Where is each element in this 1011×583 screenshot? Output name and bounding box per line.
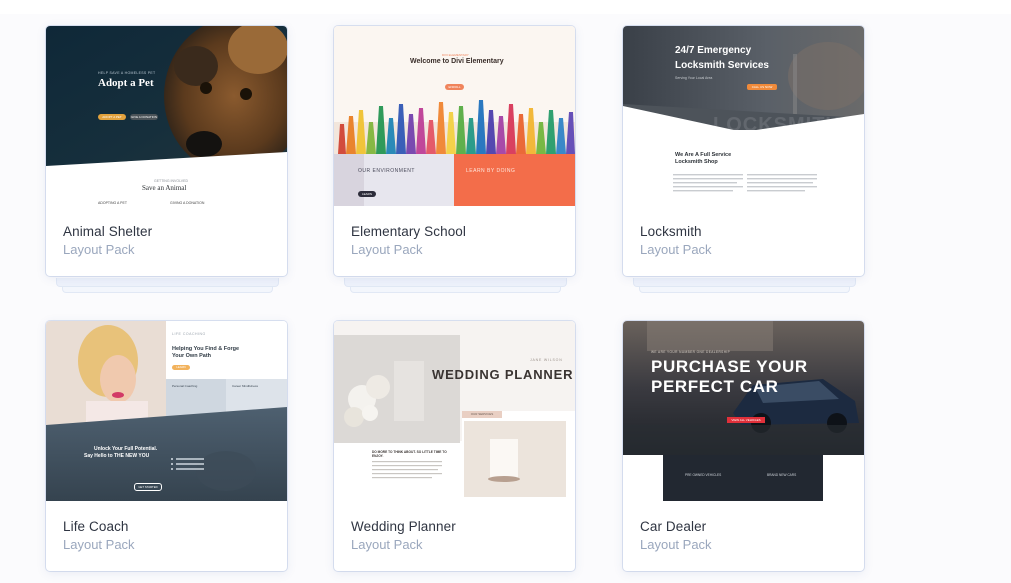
layout-card-wedding-planner[interactable]: JANE WILSON WEDDING PLANNER OUR SERVICES… bbox=[334, 321, 575, 583]
preview-hero-title: Locksmith Services bbox=[675, 60, 769, 71]
layout-card[interactable]: HELP SAVE A HOMELESS PET Adopt a Pet ADO… bbox=[46, 26, 287, 276]
preview-body-title: DO MORE TO THINK ABOUT. SO LITTLE TIME T… bbox=[372, 450, 447, 458]
preview-section-eyebrow: GETTING INVOLVED bbox=[154, 179, 188, 183]
preview-bg-word: LOCKSMITH bbox=[713, 114, 841, 136]
layout-title: Animal Shelter bbox=[63, 224, 153, 239]
preview-eyebrow: HELP SAVE A HOMELESS PET bbox=[98, 71, 156, 75]
preview-col-label: GIVING A DONATION bbox=[170, 201, 205, 205]
layout-card[interactable]: DIVI ELEMENTARY Welcome to Divi Elementa… bbox=[334, 26, 575, 276]
preview-left-label: OUR ENVIRONMENT bbox=[358, 168, 415, 174]
preview-hero-title: PURCHASE YOUR bbox=[651, 357, 808, 376]
layout-card[interactable]: WE ARE YOUR NUMBER ONE DEALERSHIP PURCHA… bbox=[623, 321, 864, 571]
preview-bottom-button: GET STARTED bbox=[134, 483, 162, 491]
layout-title: Wedding Planner bbox=[351, 519, 456, 534]
preview-hero-title: Adopt a Pet bbox=[98, 77, 154, 89]
layout-title: Elementary School bbox=[351, 224, 467, 239]
preview-section-title: Save an Animal bbox=[142, 184, 187, 192]
card-stack-shadow bbox=[633, 278, 856, 287]
layout-card-elementary-school[interactable]: DIVI ELEMENTARY Welcome to Divi Elementa… bbox=[334, 26, 575, 293]
layout-subtitle: Layout Pack bbox=[351, 537, 423, 552]
layout-card[interactable]: JANE WILSON WEDDING PLANNER OUR SERVICES… bbox=[334, 321, 575, 571]
preview-primary-button: ADOPT A PET bbox=[98, 114, 126, 120]
layout-title: Locksmith bbox=[640, 224, 702, 239]
preview-hero-title: WEDDING PLANNER bbox=[432, 367, 574, 382]
preview-hero-title: Your Own Path bbox=[172, 353, 212, 359]
layout-title: Car Dealer bbox=[640, 519, 707, 534]
preview-col-label: Personal Coaching bbox=[172, 384, 198, 388]
preview-button: ENROLL bbox=[445, 84, 464, 90]
layout-subtitle: Layout Pack bbox=[63, 242, 135, 257]
preview-button: LEARN bbox=[172, 365, 190, 370]
layout-card-animal-shelter[interactable]: HELP SAVE A HOMELESS PET Adopt a Pet ADO… bbox=[46, 26, 287, 293]
preview-eyebrow: WE ARE YOUR NUMBER ONE DEALERSHIP bbox=[651, 350, 731, 354]
preview-hero-title: Helping You Find & Forge bbox=[172, 346, 240, 352]
preview-tag: OUR SERVICES bbox=[462, 411, 502, 418]
preview-eyebrow: LIFE COACHING bbox=[172, 332, 206, 336]
card-stack-shadow bbox=[56, 278, 279, 287]
layout-preview-thumbnail[interactable]: JANE WILSON WEDDING PLANNER OUR SERVICES… bbox=[334, 321, 575, 501]
layout-preview-thumbnail[interactable]: 24/7 Emergency Locksmith Services Servin… bbox=[623, 26, 864, 206]
preview-section-title: Locksmith Shop bbox=[675, 159, 718, 165]
preview-right-label: LEARN BY DOING bbox=[466, 168, 516, 174]
preview-left-button: LEARN bbox=[358, 191, 376, 197]
layout-preview-thumbnail[interactable]: WE ARE YOUR NUMBER ONE DEALERSHIP PURCHA… bbox=[623, 321, 864, 501]
layout-card-life-coach[interactable]: LIFE COACHING Helping You Find & Forge Y… bbox=[46, 321, 287, 583]
layout-subtitle: Layout Pack bbox=[351, 242, 423, 257]
layout-card[interactable]: 24/7 Emergency Locksmith Services Servin… bbox=[623, 26, 864, 276]
preview-eyebrow: DIVI ELEMENTARY bbox=[442, 53, 469, 57]
layout-preview-thumbnail[interactable]: LIFE COACHING Helping You Find & Forge Y… bbox=[46, 321, 287, 501]
card-stack-shadow bbox=[344, 278, 567, 287]
layout-card[interactable]: LIFE COACHING Helping You Find & Forge Y… bbox=[46, 321, 287, 571]
preview-hero-title: Welcome to Divi Elementary bbox=[410, 58, 504, 65]
preview-bottom-title: Say Hello to THE NEW YOU bbox=[84, 453, 150, 459]
preview-bottom-title: Unlock Your Full Potential. bbox=[94, 446, 158, 452]
preview-col-label: ADOPTING A PET bbox=[98, 201, 127, 205]
preview-button: CALL US NOW bbox=[747, 84, 777, 90]
preview-secondary-button: GIVE A DONATION bbox=[130, 114, 158, 120]
layout-preview-thumbnail[interactable]: HELP SAVE A HOMELESS PET Adopt a Pet ADO… bbox=[46, 26, 287, 206]
layout-subtitle: Layout Pack bbox=[640, 537, 712, 552]
preview-hero-title: PERFECT CAR bbox=[651, 377, 779, 396]
preview-button: VIEW ALL VEHICLES bbox=[727, 417, 765, 423]
preview-col-label: Career Mindfulness bbox=[232, 384, 259, 388]
layout-title: Life Coach bbox=[63, 519, 129, 534]
preview-eyebrow: JANE WILSON bbox=[530, 358, 563, 362]
layout-pack-grid: HELP SAVE A HOMELESS PET Adopt a Pet ADO… bbox=[0, 0, 1011, 571]
preview-section-title: We Are A Full Service bbox=[675, 152, 732, 158]
car-dealer-preview-image bbox=[623, 321, 864, 501]
preview-tagline: Serving Your Local Area bbox=[675, 76, 713, 80]
life-coach-preview-image bbox=[46, 321, 287, 501]
preview-col-label: PRE OWNED VEHICLES bbox=[685, 473, 722, 477]
preview-hero-title: 24/7 Emergency bbox=[675, 45, 752, 56]
layout-card-car-dealer[interactable]: WE ARE YOUR NUMBER ONE DEALERSHIP PURCHA… bbox=[623, 321, 864, 583]
layout-subtitle: Layout Pack bbox=[640, 242, 712, 257]
preview-col-label: BRAND NEW CARS bbox=[767, 473, 797, 477]
layout-card-locksmith[interactable]: 24/7 Emergency Locksmith Services Servin… bbox=[623, 26, 864, 293]
layout-preview-thumbnail[interactable]: DIVI ELEMENTARY Welcome to Divi Elementa… bbox=[334, 26, 575, 206]
layout-subtitle: Layout Pack bbox=[63, 537, 135, 552]
wedding-planner-preview-image bbox=[334, 321, 575, 501]
